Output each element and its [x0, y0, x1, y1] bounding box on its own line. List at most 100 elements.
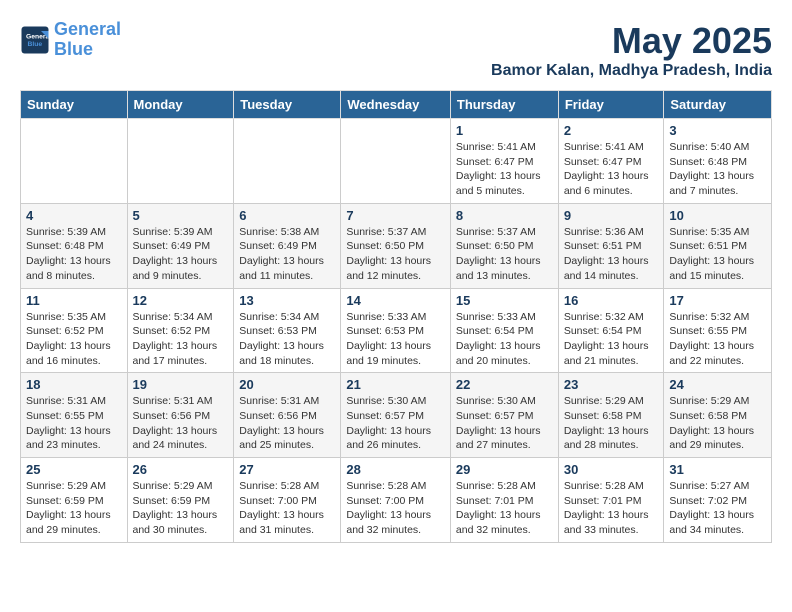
day-number: 15	[456, 293, 553, 308]
day-number: 4	[26, 208, 122, 223]
day-number: 17	[669, 293, 766, 308]
day-info: Sunrise: 5:34 AM Sunset: 6:52 PM Dayligh…	[133, 310, 229, 369]
calendar-cell: 6 Sunrise: 5:38 AM Sunset: 6:49 PM Daylig…	[234, 203, 341, 288]
day-info: Sunrise: 5:34 AM Sunset: 6:53 PM Dayligh…	[239, 310, 335, 369]
calendar-cell	[234, 119, 341, 204]
calendar-cell: 9 Sunrise: 5:36 AM Sunset: 6:51 PM Daylig…	[558, 203, 664, 288]
day-info: Sunrise: 5:37 AM Sunset: 6:50 PM Dayligh…	[346, 225, 445, 284]
title-section: May 2025 Bamor Kalan, Madhya Pradesh, In…	[491, 20, 772, 80]
day-number: 19	[133, 377, 229, 392]
day-number: 10	[669, 208, 766, 223]
day-number: 30	[564, 462, 659, 477]
calendar-cell: 2 Sunrise: 5:41 AM Sunset: 6:47 PM Daylig…	[558, 119, 664, 204]
logo: General Blue General Blue	[20, 20, 121, 60]
logo-text: General Blue	[54, 20, 121, 60]
day-number: 20	[239, 377, 335, 392]
location-title: Bamor Kalan, Madhya Pradesh, India	[491, 62, 772, 80]
calendar-cell: 16 Sunrise: 5:32 AM Sunset: 6:54 PM Dayli…	[558, 288, 664, 373]
calendar-cell: 14Sunrise: 5:33 AM Sunset: 6:53 PM Dayli…	[341, 288, 451, 373]
day-info: Sunrise: 5:35 AM Sunset: 6:51 PM Dayligh…	[669, 225, 766, 284]
calendar-cell: 25 Sunrise: 5:29 AM Sunset: 6:59 PM Dayli…	[21, 458, 128, 543]
day-info: Sunrise: 5:41 AM Sunset: 6:47 PM Dayligh…	[456, 140, 553, 199]
calendar-cell	[341, 119, 451, 204]
day-info: Sunrise: 5:28 AM Sunset: 7:01 PM Dayligh…	[456, 479, 553, 538]
calendar-cell: 27Sunrise: 5:28 AM Sunset: 7:00 PM Dayli…	[234, 458, 341, 543]
calendar-cell: 4 Sunrise: 5:39 AM Sunset: 6:48 PM Daylig…	[21, 203, 128, 288]
calendar-cell: 7 Sunrise: 5:37 AM Sunset: 6:50 PM Daylig…	[341, 203, 451, 288]
calendar-cell: 12 Sunrise: 5:34 AM Sunset: 6:52 PM Dayli…	[127, 288, 234, 373]
calendar-cell: 19 Sunrise: 5:31 AM Sunset: 6:56 PM Dayli…	[127, 373, 234, 458]
weekday-header-thursday: Thursday	[450, 91, 558, 119]
logo-general: General	[54, 19, 121, 39]
day-number: 18	[26, 377, 122, 392]
calendar-cell: 23Sunrise: 5:29 AM Sunset: 6:58 PM Dayli…	[558, 373, 664, 458]
day-number: 9	[564, 208, 659, 223]
day-info: Sunrise: 5:31 AM Sunset: 6:56 PM Dayligh…	[133, 394, 229, 453]
day-number: 2	[564, 123, 659, 138]
day-info: Sunrise: 5:33 AM Sunset: 6:53 PM Dayligh…	[346, 310, 445, 369]
day-number: 8	[456, 208, 553, 223]
day-info: Sunrise: 5:40 AM Sunset: 6:48 PM Dayligh…	[669, 140, 766, 199]
calendar-cell: 15Sunrise: 5:33 AM Sunset: 6:54 PM Dayli…	[450, 288, 558, 373]
day-number: 25	[26, 462, 122, 477]
day-info: Sunrise: 5:29 AM Sunset: 6:59 PM Dayligh…	[26, 479, 122, 538]
day-info: Sunrise: 5:28 AM Sunset: 7:01 PM Dayligh…	[564, 479, 659, 538]
day-number: 3	[669, 123, 766, 138]
day-info: Sunrise: 5:27 AM Sunset: 7:02 PM Dayligh…	[669, 479, 766, 538]
day-info: Sunrise: 5:32 AM Sunset: 6:55 PM Dayligh…	[669, 310, 766, 369]
calendar-body: 1 Sunrise: 5:41 AM Sunset: 6:47 PM Daylig…	[21, 119, 772, 543]
calendar-week-row: 11 Sunrise: 5:35 AM Sunset: 6:52 PM Dayli…	[21, 288, 772, 373]
calendar-week-row: 18Sunrise: 5:31 AM Sunset: 6:55 PM Dayli…	[21, 373, 772, 458]
calendar-cell: 24 Sunrise: 5:29 AM Sunset: 6:58 PM Dayli…	[664, 373, 772, 458]
day-info: Sunrise: 5:32 AM Sunset: 6:54 PM Dayligh…	[564, 310, 659, 369]
calendar-cell: 29Sunrise: 5:28 AM Sunset: 7:01 PM Dayli…	[450, 458, 558, 543]
calendar-cell: 1 Sunrise: 5:41 AM Sunset: 6:47 PM Daylig…	[450, 119, 558, 204]
weekday-header-saturday: Saturday	[664, 91, 772, 119]
day-info: Sunrise: 5:39 AM Sunset: 6:49 PM Dayligh…	[133, 225, 229, 284]
day-number: 26	[133, 462, 229, 477]
day-number: 31	[669, 462, 766, 477]
calendar-week-row: 25 Sunrise: 5:29 AM Sunset: 6:59 PM Dayli…	[21, 458, 772, 543]
calendar-cell: 30 Sunrise: 5:28 AM Sunset: 7:01 PM Dayli…	[558, 458, 664, 543]
weekday-header-row: SundayMondayTuesdayWednesdayThursdayFrid…	[21, 91, 772, 119]
calendar-cell: 18Sunrise: 5:31 AM Sunset: 6:55 PM Dayli…	[21, 373, 128, 458]
day-number: 6	[239, 208, 335, 223]
day-info: Sunrise: 5:38 AM Sunset: 6:49 PM Dayligh…	[239, 225, 335, 284]
day-number: 7	[346, 208, 445, 223]
day-number: 5	[133, 208, 229, 223]
day-info: Sunrise: 5:30 AM Sunset: 6:57 PM Dayligh…	[346, 394, 445, 453]
month-year-title: May 2025	[491, 20, 772, 62]
day-number: 1	[456, 123, 553, 138]
day-number: 13	[239, 293, 335, 308]
day-number: 24	[669, 377, 766, 392]
svg-text:Blue: Blue	[28, 41, 43, 48]
day-number: 12	[133, 293, 229, 308]
calendar-cell: 8Sunrise: 5:37 AM Sunset: 6:50 PM Daylig…	[450, 203, 558, 288]
day-number: 16	[564, 293, 659, 308]
day-info: Sunrise: 5:29 AM Sunset: 6:58 PM Dayligh…	[669, 394, 766, 453]
day-info: Sunrise: 5:39 AM Sunset: 6:48 PM Dayligh…	[26, 225, 122, 284]
weekday-header-wednesday: Wednesday	[341, 91, 451, 119]
calendar-cell: 21 Sunrise: 5:30 AM Sunset: 6:57 PM Dayli…	[341, 373, 451, 458]
day-info: Sunrise: 5:35 AM Sunset: 6:52 PM Dayligh…	[26, 310, 122, 369]
day-info: Sunrise: 5:36 AM Sunset: 6:51 PM Dayligh…	[564, 225, 659, 284]
day-number: 21	[346, 377, 445, 392]
calendar-cell: 26Sunrise: 5:29 AM Sunset: 6:59 PM Dayli…	[127, 458, 234, 543]
calendar-cell: 28Sunrise: 5:28 AM Sunset: 7:00 PM Dayli…	[341, 458, 451, 543]
day-info: Sunrise: 5:41 AM Sunset: 6:47 PM Dayligh…	[564, 140, 659, 199]
calendar-cell: 17 Sunrise: 5:32 AM Sunset: 6:55 PM Dayli…	[664, 288, 772, 373]
calendar-cell: 5 Sunrise: 5:39 AM Sunset: 6:49 PM Daylig…	[127, 203, 234, 288]
calendar-week-row: 4 Sunrise: 5:39 AM Sunset: 6:48 PM Daylig…	[21, 203, 772, 288]
calendar-cell: 3 Sunrise: 5:40 AM Sunset: 6:48 PM Daylig…	[664, 119, 772, 204]
day-number: 27	[239, 462, 335, 477]
calendar-cell: 31 Sunrise: 5:27 AM Sunset: 7:02 PM Dayli…	[664, 458, 772, 543]
calendar-cell: 20Sunrise: 5:31 AM Sunset: 6:56 PM Dayli…	[234, 373, 341, 458]
day-number: 28	[346, 462, 445, 477]
calendar-cell: 11 Sunrise: 5:35 AM Sunset: 6:52 PM Dayli…	[21, 288, 128, 373]
logo-icon: General Blue	[20, 25, 50, 55]
logo-blue: Blue	[54, 39, 93, 59]
day-info: Sunrise: 5:29 AM Sunset: 6:58 PM Dayligh…	[564, 394, 659, 453]
day-number: 11	[26, 293, 122, 308]
weekday-header-tuesday: Tuesday	[234, 91, 341, 119]
weekday-header-friday: Friday	[558, 91, 664, 119]
